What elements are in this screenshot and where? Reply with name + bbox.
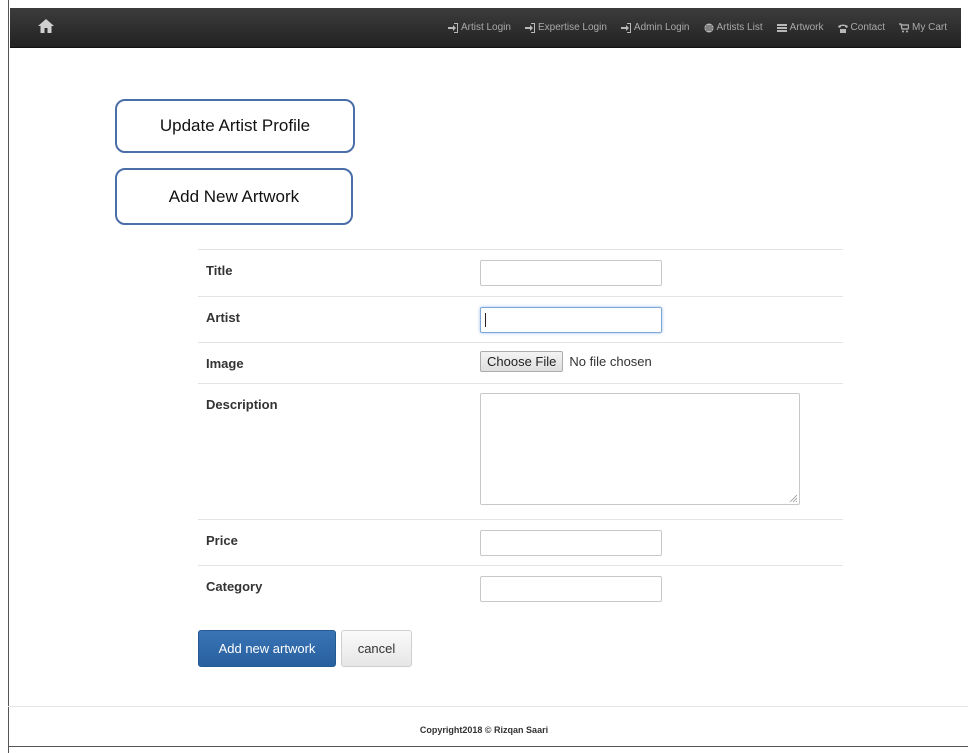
footer-copyright: Copyright2018 © Rizqan Saari bbox=[419, 725, 549, 735]
cancel-button[interactable]: cancel bbox=[341, 630, 412, 667]
file-input: Choose File No file chosen bbox=[480, 351, 652, 372]
form-row-category: Category bbox=[198, 565, 843, 612]
image-label: Image bbox=[206, 356, 244, 371]
nav-my-cart-label: My Cart bbox=[912, 22, 947, 33]
category-label: Category bbox=[206, 579, 263, 594]
form-row-image: Image Choose File No file chosen bbox=[198, 342, 843, 383]
artist-label: Artist bbox=[206, 310, 240, 325]
frame-left-border bbox=[8, 0, 9, 753]
nav-expertise-login-label: Expertise Login bbox=[537, 22, 607, 33]
nav-artwork[interactable]: Artwork bbox=[776, 22, 824, 33]
nav-admin-login[interactable]: Admin Login bbox=[620, 22, 690, 33]
nav-artist-login-label: Artist Login bbox=[460, 22, 511, 33]
frame-bottom-border bbox=[8, 746, 968, 747]
no-file-chosen-text: No file chosen bbox=[569, 354, 652, 369]
home-icon[interactable] bbox=[38, 19, 56, 35]
choose-file-button[interactable]: Choose File bbox=[480, 351, 564, 372]
add-new-artwork-button[interactable]: Add new artwork bbox=[198, 630, 336, 667]
nav-contact-label: Contact bbox=[850, 22, 885, 33]
nav-artwork-label: Artwork bbox=[789, 22, 824, 33]
nav-my-cart[interactable]: My Cart bbox=[899, 22, 947, 33]
login-icon bbox=[524, 22, 535, 33]
price-label: Price bbox=[206, 533, 238, 548]
description-label: Description bbox=[206, 397, 278, 412]
artist-input[interactable] bbox=[480, 307, 662, 333]
description-textarea[interactable] bbox=[480, 393, 800, 505]
nav-artist-login[interactable]: Artist Login bbox=[447, 22, 511, 33]
form-actions: Add new artwork cancel bbox=[198, 630, 412, 667]
nav-artists-list[interactable]: Artists List bbox=[704, 22, 763, 33]
phone-icon bbox=[837, 24, 848, 33]
nav-admin-login-label: Admin Login bbox=[633, 22, 690, 33]
form-row-artist: Artist bbox=[198, 296, 843, 342]
add-artwork-form: Title Artist Image Choose File No file c… bbox=[198, 249, 843, 612]
cart-icon bbox=[899, 22, 909, 32]
form-row-price: Price bbox=[198, 519, 843, 565]
top-navbar: Artist Login Expertise Login Admin Login… bbox=[10, 8, 961, 48]
price-input[interactable] bbox=[480, 530, 662, 556]
add-new-artwork-callout[interactable]: Add New Artwork bbox=[115, 168, 353, 225]
login-icon bbox=[620, 22, 631, 33]
nav-artists-list-label: Artists List bbox=[716, 22, 763, 33]
nav-contact[interactable]: Contact bbox=[837, 22, 885, 33]
category-input[interactable] bbox=[480, 576, 662, 602]
nav-expertise-login[interactable]: Expertise Login bbox=[524, 22, 607, 33]
nav-menu: Artist Login Expertise Login Admin Login… bbox=[447, 8, 947, 47]
resize-grip-icon[interactable] bbox=[789, 494, 797, 502]
form-row-description: Description bbox=[198, 383, 843, 519]
list-icon bbox=[776, 23, 787, 32]
footer-divider bbox=[8, 706, 968, 707]
title-input[interactable] bbox=[480, 260, 662, 286]
globe-icon bbox=[704, 23, 713, 32]
update-artist-profile-callout[interactable]: Update Artist Profile bbox=[115, 99, 355, 153]
form-row-title: Title bbox=[198, 249, 843, 296]
text-caret bbox=[485, 313, 486, 327]
login-icon bbox=[447, 22, 458, 33]
title-label: Title bbox=[206, 263, 233, 278]
